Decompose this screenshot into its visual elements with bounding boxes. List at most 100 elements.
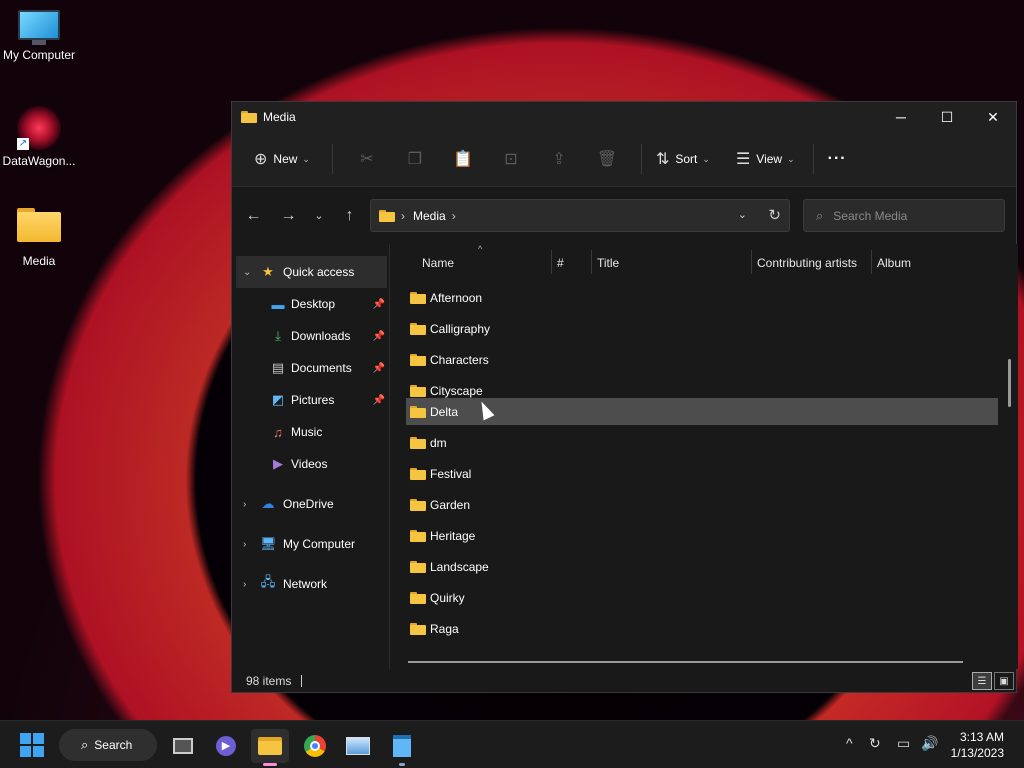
windows-logo-tile <box>33 733 44 744</box>
chevron-right-icon[interactable]: › <box>243 499 246 510</box>
show-hidden-icons-chevron-icon[interactable]: ^ <box>846 735 853 751</box>
list-item[interactable]: Characters <box>406 346 998 373</box>
sidebar-item-downloads[interactable]: ⤓ Downloads 📌 <box>232 320 389 352</box>
sync-status-icon[interactable]: ↻ <box>869 735 881 752</box>
chevron-right-icon[interactable]: › <box>243 579 246 590</box>
folder-icon <box>258 737 282 755</box>
chevron-right-icon[interactable]: › <box>243 539 246 550</box>
sidebar-item-label: OneDrive <box>283 497 334 511</box>
list-item[interactable]: Quirky <box>406 584 998 611</box>
documents-icon: ▤ <box>271 360 285 375</box>
list-item[interactable]: Heritage <box>406 522 998 549</box>
paste-icon[interactable]: 📋 <box>439 149 487 169</box>
recent-locations-chevron-icon[interactable]: ⌄ <box>306 209 332 222</box>
volume-icon[interactable]: 🔊 <box>921 735 938 752</box>
clock[interactable]: 3:13 AM 1/13/2023 <box>951 729 1004 761</box>
rename-icon[interactable]: ⊡ <box>487 149 535 169</box>
file-explorer-taskbar-button[interactable] <box>251 729 289 766</box>
cut-icon[interactable]: ✂ <box>343 149 391 169</box>
desktop-icon: ▬ <box>271 296 285 312</box>
sidebar-item-quick-access[interactable]: ⌄ ★ Quick access <box>236 256 387 288</box>
shortcut-arrow-icon: ↗ <box>17 138 29 150</box>
sidebar-item-my-computer[interactable]: › 🖥 My Computer <box>232 528 389 560</box>
large-icons-view-icon[interactable]: ▣ <box>994 672 1014 690</box>
sort-icon: ⇅ <box>655 151 670 168</box>
column-divider[interactable] <box>751 250 752 274</box>
back-arrow-icon[interactable]: ← <box>236 207 271 225</box>
search-box[interactable]: ⌕ <box>803 199 1005 232</box>
address-bar[interactable]: › Media › ⌄ ↻ <box>370 199 790 232</box>
windows-logo-tile <box>20 733 31 744</box>
list-item[interactable]: Afternoon <box>406 284 998 311</box>
sidebar-item-pictures[interactable]: ◩ Pictures 📌 <box>232 384 389 416</box>
column-divider[interactable] <box>591 250 592 274</box>
sidebar-item-music[interactable]: ♫ Music <box>232 416 389 448</box>
monitor-icon: 🖥 <box>260 536 277 551</box>
desktop-icon-my-computer[interactable]: My Computer <box>0 10 78 62</box>
new-button[interactable]: ⊕ New ⌄ <box>250 143 314 175</box>
network-icon[interactable]: ▭ <box>897 735 910 752</box>
refresh-icon[interactable]: ↻ <box>768 206 781 224</box>
horizontal-scrollbar[interactable] <box>408 661 963 663</box>
breadcrumb-separator-icon: › <box>451 208 456 223</box>
list-item[interactable]: Calligraphy <box>406 315 998 342</box>
column-header-number[interactable]: # <box>557 256 564 270</box>
sidebar-item-videos[interactable]: ▶ Videos <box>232 448 389 480</box>
file-name: Garden <box>430 497 471 512</box>
sidebar-item-desktop[interactable]: ▬ Desktop 📌 <box>232 288 389 320</box>
list-item[interactable]: Raga <box>406 615 998 642</box>
chrome-taskbar-button[interactable] <box>296 729 334 763</box>
desktop-icon-media[interactable]: Media <box>0 208 78 268</box>
folder-icon <box>410 353 426 366</box>
list-item-hovered[interactable]: Delta <box>406 398 998 425</box>
chevron-down-icon: ⌄ <box>302 153 310 164</box>
column-divider[interactable] <box>551 250 552 274</box>
teams-chat-button[interactable]: ▶ <box>207 729 245 763</box>
window-title: Media <box>263 110 296 124</box>
column-header-row: ^ Name # Title Contributing artists Albu… <box>390 244 1018 284</box>
column-header-name[interactable]: Name <box>422 256 454 270</box>
maximize-button[interactable]: ☐ <box>924 102 970 132</box>
delete-icon[interactable]: 🗑 <box>583 149 631 169</box>
list-item[interactable]: dm <box>406 429 998 456</box>
task-view-button[interactable] <box>164 729 202 763</box>
start-button[interactable] <box>20 733 44 757</box>
sidebar-item-onedrive[interactable]: › ☁ OneDrive <box>232 488 389 520</box>
share-icon[interactable]: ⇪ <box>535 149 583 169</box>
column-header-album[interactable]: Album <box>877 256 911 270</box>
vertical-scrollbar[interactable] <box>1008 359 1011 407</box>
pin-icon[interactable]: 📌 <box>373 395 385 406</box>
view-button[interactable]: ☰ View ⌄ <box>732 143 799 175</box>
forward-arrow-icon[interactable]: → <box>271 207 306 225</box>
list-item[interactable]: Festival <box>406 460 998 487</box>
folder-icon <box>17 208 61 242</box>
chevron-down-icon[interactable]: ⌄ <box>243 267 251 278</box>
title-bar[interactable]: Media ─ ☐ ✕ <box>232 102 1016 132</box>
column-header-title[interactable]: Title <box>597 256 619 270</box>
sort-button[interactable]: ⇅ Sort ⌄ <box>652 143 714 175</box>
sidebar-item-label: Documents <box>291 361 352 375</box>
sidebar-item-documents[interactable]: ▤ Documents 📌 <box>232 352 389 384</box>
pin-icon[interactable]: 📌 <box>373 363 385 374</box>
up-arrow-icon[interactable]: ↑ <box>332 207 367 225</box>
copy-icon[interactable]: ❐ <box>391 149 439 169</box>
address-history-chevron-icon[interactable]: ⌄ <box>738 208 747 221</box>
list-item[interactable]: Landscape <box>406 553 998 580</box>
column-divider[interactable] <box>871 250 872 274</box>
minimize-button[interactable]: ─ <box>878 102 924 132</box>
notepad-taskbar-button[interactable] <box>383 729 421 766</box>
photos-taskbar-button[interactable] <box>339 729 377 763</box>
pin-icon[interactable]: 📌 <box>373 299 385 310</box>
taskbar-search-button[interactable]: ⌕ Search <box>59 729 157 761</box>
breadcrumb-media[interactable]: Media <box>413 209 446 223</box>
list-item[interactable]: Garden <box>406 491 998 518</box>
close-button[interactable]: ✕ <box>970 102 1016 132</box>
status-divider <box>301 675 303 687</box>
more-options-button[interactable]: ··· <box>824 143 851 175</box>
desktop-icon-datawagon[interactable]: ↗ DataWagon... <box>0 106 78 168</box>
pin-icon[interactable]: 📌 <box>373 331 385 342</box>
column-header-contributing-artists[interactable]: Contributing artists <box>757 256 857 270</box>
sidebar-item-network[interactable]: › 🖧 Network <box>232 568 389 600</box>
search-input[interactable] <box>833 208 984 223</box>
details-view-icon[interactable]: ☰ <box>972 672 992 690</box>
